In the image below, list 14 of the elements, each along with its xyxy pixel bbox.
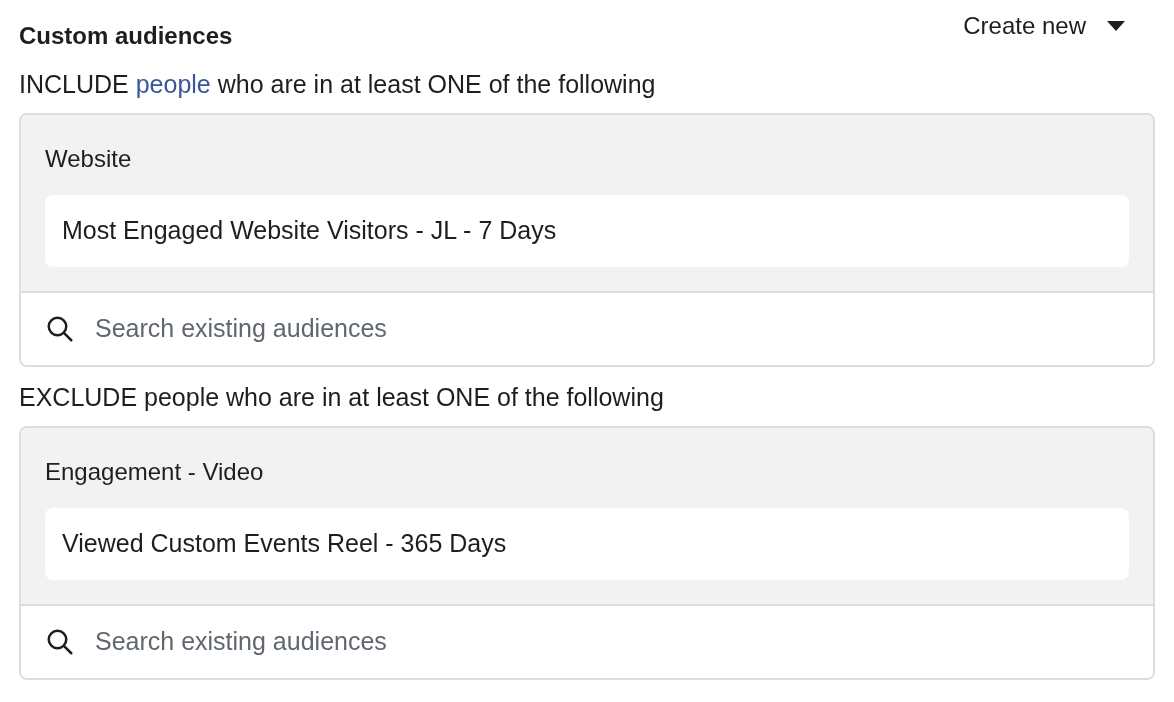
search-icon bbox=[45, 627, 75, 657]
audience-search-field[interactable]: Search existing audiences bbox=[95, 310, 1129, 348]
section-title: Custom audiences bbox=[19, 21, 233, 51]
rule-description: EXCLUDE people who are in at least ONE of the following bbox=[19, 382, 665, 413]
selected-audience[interactable]: Most Engaged Website Visitors - JL - 7 Days bbox=[45, 195, 1129, 267]
people-link[interactable]: people bbox=[135, 70, 211, 98]
rule-description: INCLUDE people who are in at least ONE of the following bbox=[19, 69, 657, 100]
search-icon bbox=[45, 314, 75, 344]
create-new-dropdown[interactable]: Create new bbox=[963, 8, 1126, 44]
category-label: Website bbox=[45, 144, 133, 174]
selected-audience[interactable]: Viewed Custom Events Reel - 365 Days bbox=[45, 508, 1129, 580]
caret-icon bbox=[1106, 20, 1126, 32]
category-label: Engagement - Video bbox=[45, 457, 265, 487]
audience-search-field[interactable]: Search existing audiences bbox=[95, 623, 1129, 661]
